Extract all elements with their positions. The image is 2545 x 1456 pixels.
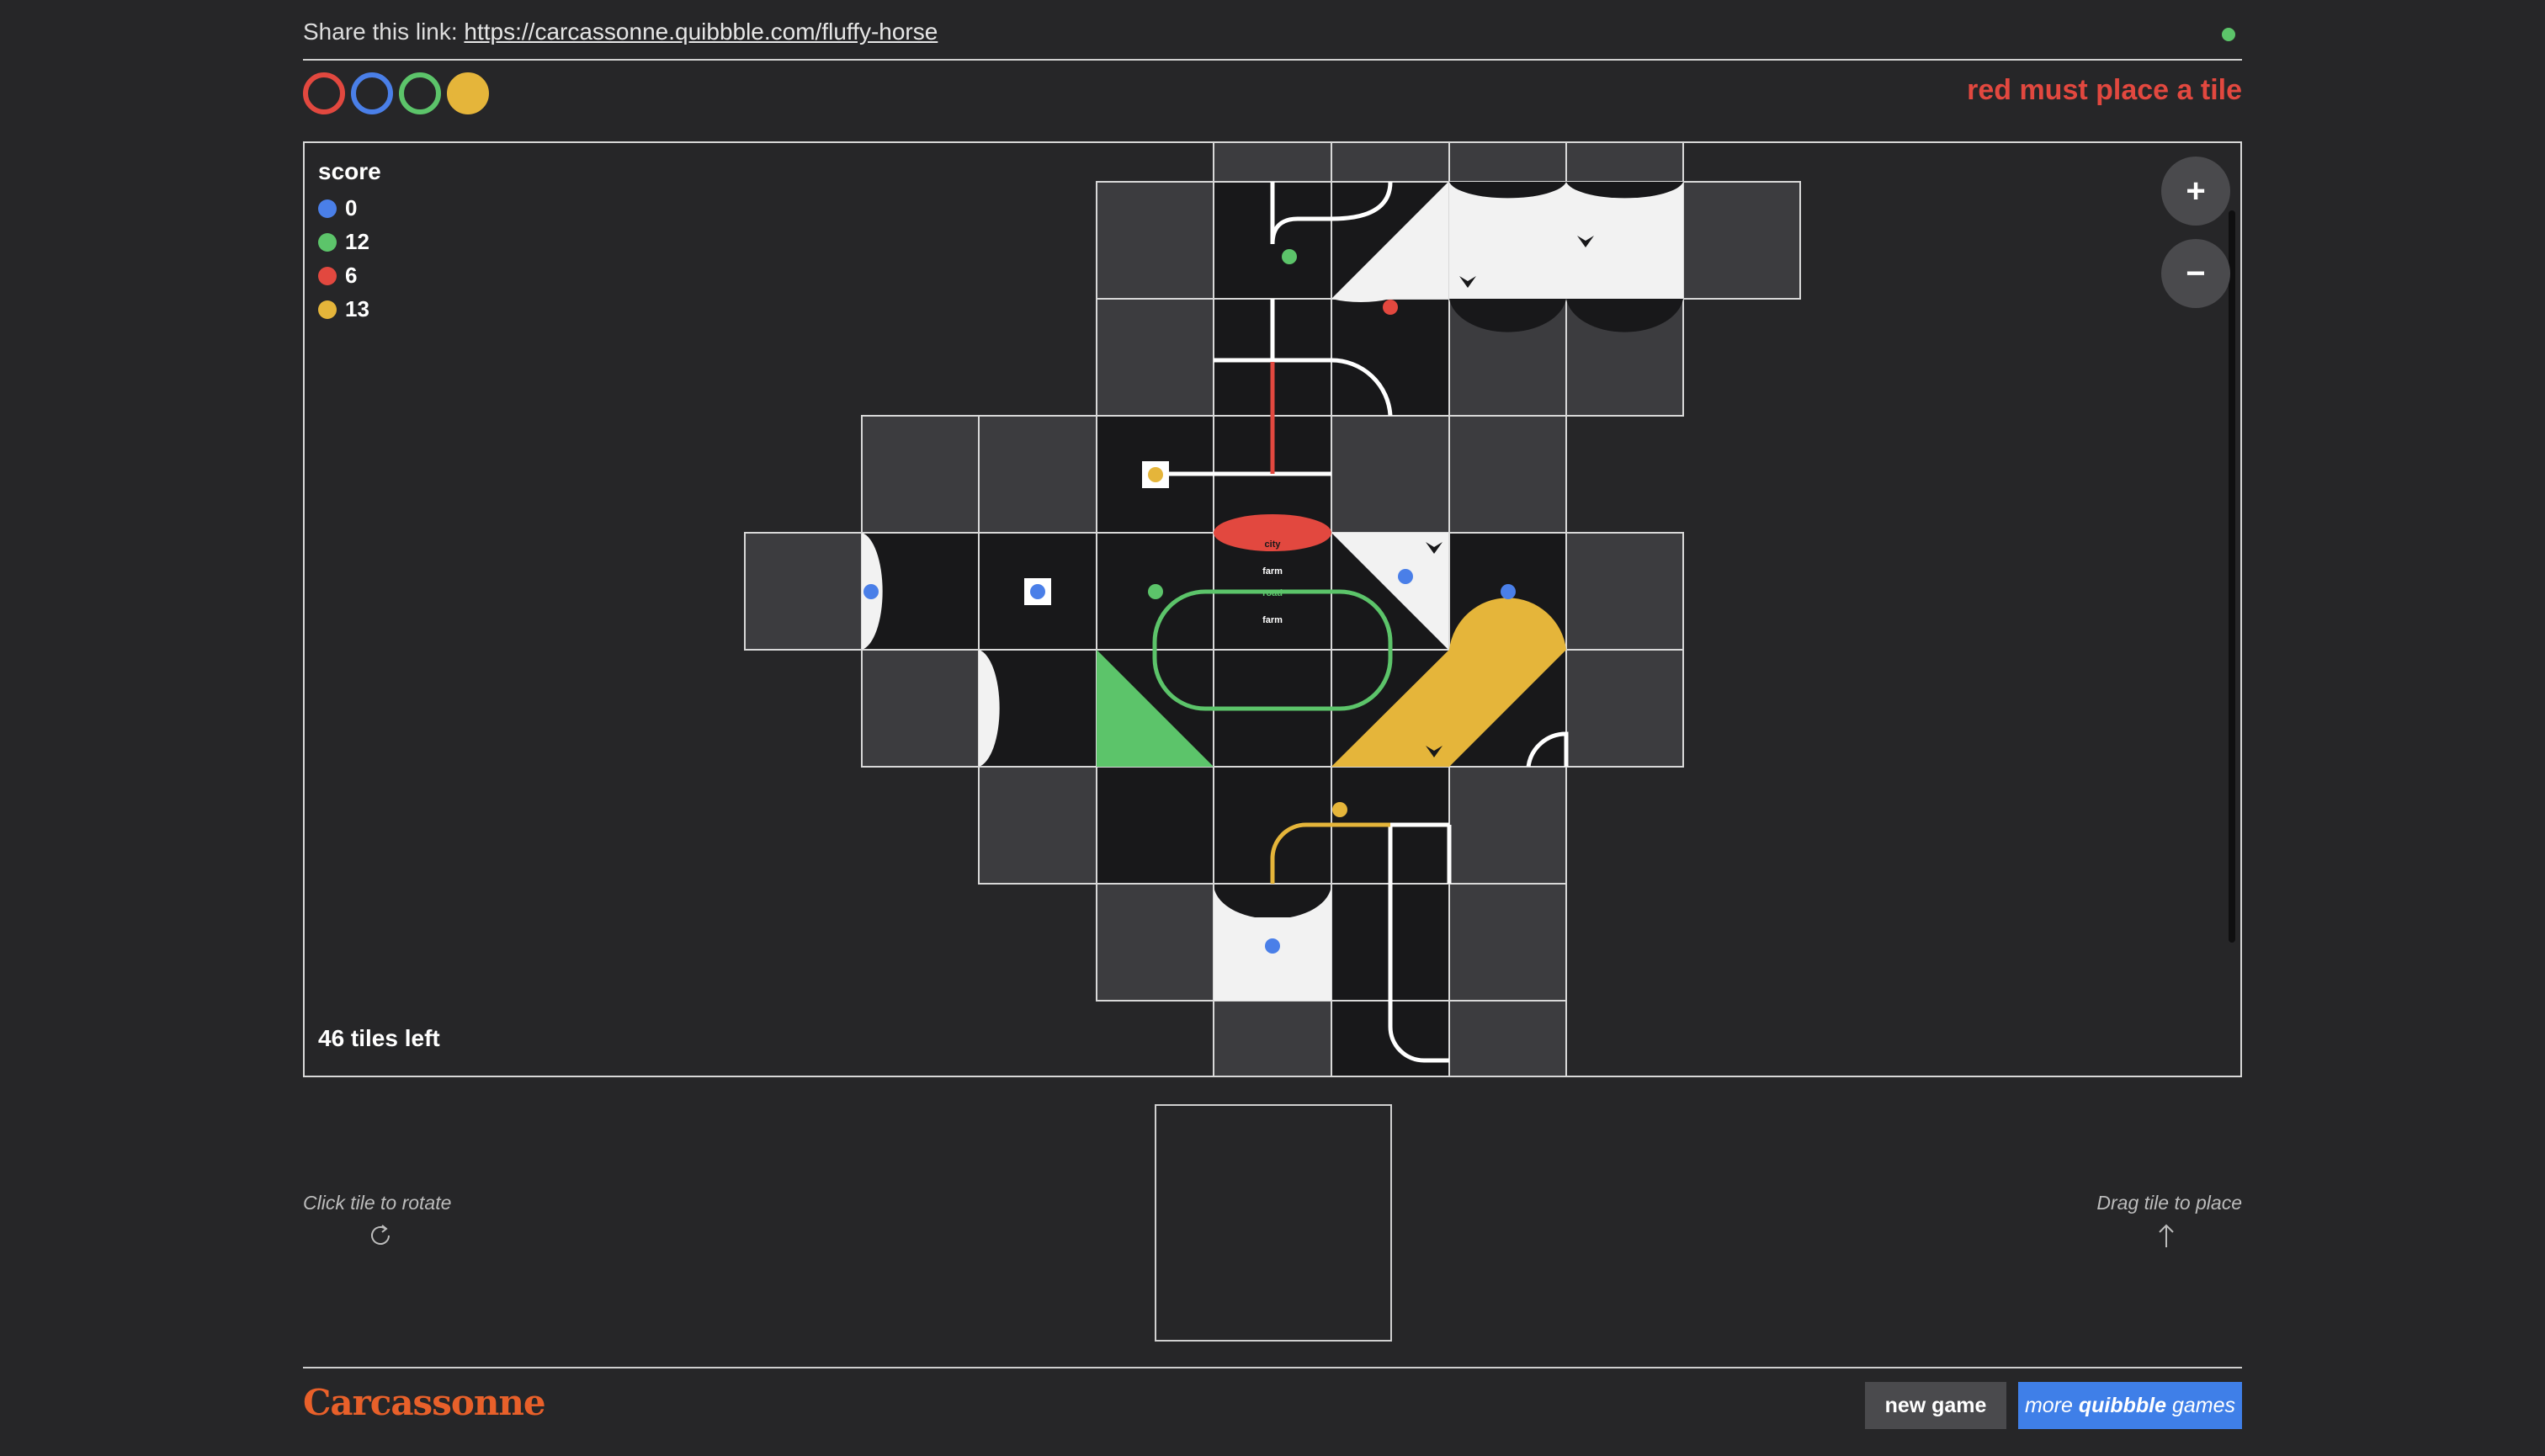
player-yellow-token [447, 72, 489, 114]
city-region [1449, 182, 1683, 299]
player-blue-token [351, 72, 393, 114]
yellow-meeple [1148, 467, 1163, 482]
share-link: Share this link: https://carcassonne.qui… [303, 19, 938, 45]
empty-slot[interactable] [1213, 1000, 1332, 1076]
empty-slot[interactable] [978, 766, 1097, 885]
city-region [1214, 917, 1331, 1001]
next-tile-slot[interactable] [1155, 1104, 1392, 1342]
player-red-token [303, 72, 345, 114]
game-board[interactable]: city farm road farm score 0 12 6 13 46 t… [303, 141, 2242, 1077]
score-title: score [318, 158, 381, 184]
empty-slot[interactable] [1331, 143, 1450, 183]
red-meeple [1383, 300, 1398, 315]
label-farm: farm [1262, 615, 1283, 625]
more-brand: quibbble [2078, 1393, 2167, 1417]
blue-meeple [1030, 584, 1045, 599]
empty-slot[interactable] [1682, 181, 1801, 300]
score-value: 12 [345, 229, 369, 254]
blue-meeple [1501, 584, 1516, 599]
header-divider [303, 59, 2242, 61]
rotate-icon[interactable] [367, 1222, 394, 1249]
empty-slot[interactable] [1096, 298, 1214, 417]
label-road: road [1262, 588, 1283, 598]
empty-slot[interactable] [1565, 649, 1684, 768]
player-color-dot [318, 300, 337, 319]
empty-slot[interactable] [861, 649, 980, 768]
empty-slot[interactable] [1448, 143, 1567, 183]
green-meeple [1282, 249, 1297, 264]
empty-slot[interactable] [1096, 181, 1214, 300]
label-city: city [1265, 539, 1282, 550]
empty-slot[interactable] [1331, 415, 1450, 534]
blue-meeple [1265, 938, 1280, 954]
board-canvas[interactable]: city farm road farm [305, 143, 2240, 1076]
empty-slot[interactable] [1096, 883, 1214, 1002]
share-url[interactable]: https://carcassonne.quibbble.com/fluffy-… [464, 19, 938, 45]
yellow-meeple [1332, 802, 1347, 817]
blue-meeple [1398, 569, 1413, 584]
label-farm: farm [1262, 566, 1283, 577]
empty-slot[interactable] [1448, 1000, 1567, 1076]
empty-slot[interactable] [1448, 766, 1567, 885]
rotate-hint: Click tile to rotate [303, 1192, 452, 1214]
player-color-dot [318, 199, 337, 218]
empty-slot[interactable] [1448, 415, 1567, 534]
placed-tile [1096, 766, 1214, 885]
empty-slot[interactable] [1448, 883, 1567, 1002]
more-suffix: games [2171, 1393, 2236, 1417]
tiles-left-counter: 46 tiles left [318, 1025, 440, 1051]
placed-tile [1331, 298, 1450, 417]
turn-message: red must place a tile [1967, 74, 2242, 106]
arrow-up-icon [2153, 1222, 2180, 1249]
connection-status-dot [2222, 28, 2235, 41]
empty-slot[interactable] [744, 532, 863, 651]
player-color-dot [318, 266, 337, 285]
empty-slot[interactable] [1565, 532, 1684, 651]
score-row-red: 6 [318, 263, 357, 289]
score-row-blue: 0 [318, 195, 357, 221]
score-value: 0 [345, 195, 358, 221]
score-row-yellow: 13 [318, 296, 369, 322]
place-hint: Drag tile to place [2096, 1192, 2242, 1214]
score-value: 13 [345, 296, 369, 321]
blue-meeple [863, 584, 879, 599]
empty-slot[interactable] [978, 415, 1097, 534]
more-games-button[interactable]: more quibbble games [2018, 1382, 2242, 1429]
new-game-button[interactable]: new game [1865, 1382, 2006, 1429]
empty-slot[interactable] [1565, 143, 1684, 183]
zoom-out-button[interactable]: − [2161, 239, 2230, 308]
board-scrollbar[interactable] [2229, 210, 2235, 943]
share-label: Share this link: [303, 19, 465, 45]
empty-slot[interactable] [861, 415, 980, 534]
green-meeple [1148, 584, 1163, 599]
footer-divider [303, 1367, 2242, 1368]
empty-slot[interactable] [1213, 143, 1332, 183]
player-green-token [399, 72, 441, 114]
score-value: 6 [345, 263, 358, 288]
more-prefix: more [2024, 1393, 2073, 1417]
zoom-in-button[interactable]: + [2161, 157, 2230, 226]
app-logo[interactable]: Carcassonne [303, 1382, 546, 1423]
player-color-dot [318, 232, 337, 252]
score-row-green: 12 [318, 229, 369, 255]
